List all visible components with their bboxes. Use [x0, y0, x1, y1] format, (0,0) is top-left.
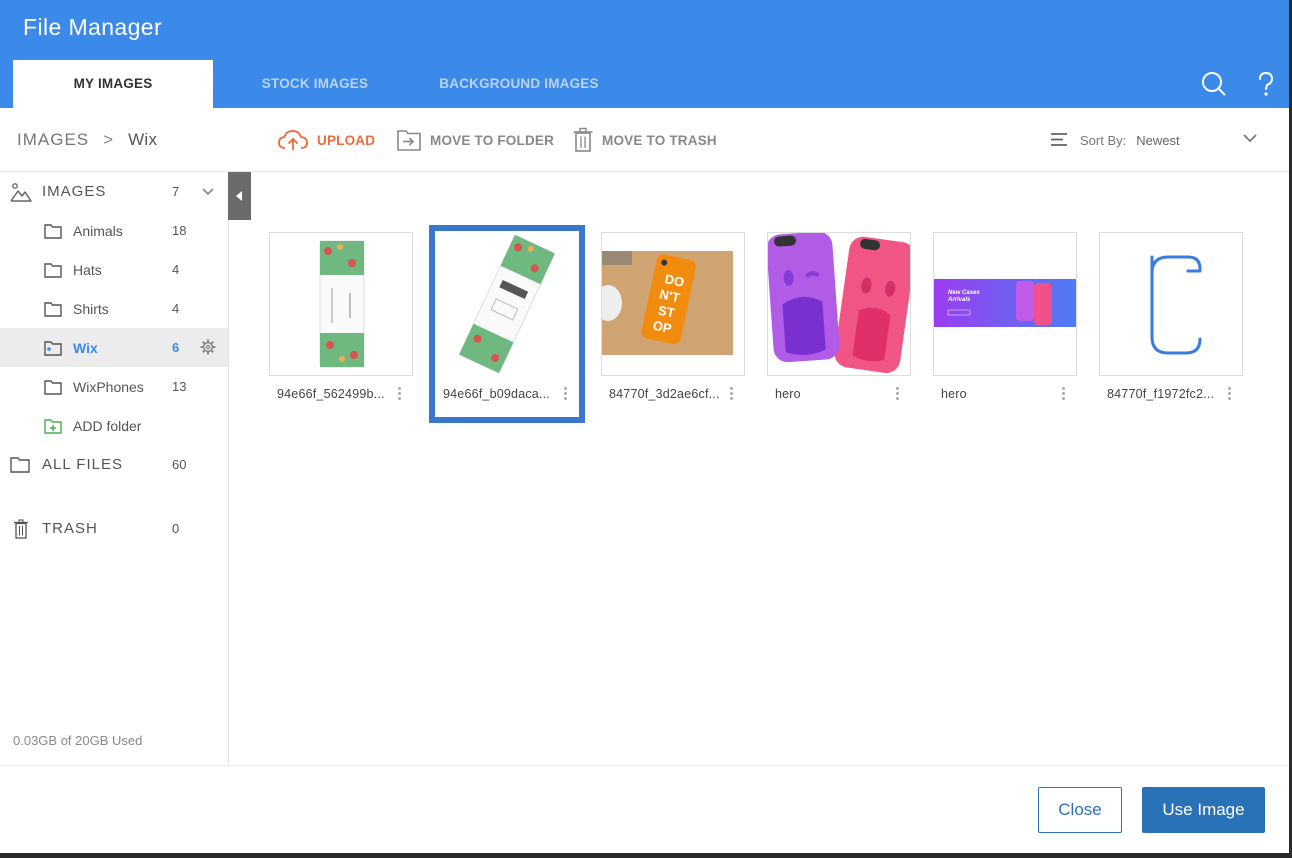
sidebar-item-label: Animals	[73, 222, 123, 239]
folder-icon	[44, 223, 62, 239]
sidebar-item-shirts[interactable]: Shirts 4	[0, 289, 228, 328]
file-tile[interactable]: hero	[767, 232, 911, 408]
trash-icon	[573, 127, 593, 152]
file-tile[interactable]: 94e66f_562499b...	[269, 232, 413, 408]
sidebar-item-wixphones[interactable]: WixPhones 13	[0, 367, 228, 406]
folder-open-icon	[44, 340, 62, 356]
sidebar-item-hats[interactable]: Hats 4	[0, 250, 228, 289]
add-folder-icon	[44, 418, 62, 434]
file-thumbnail	[435, 232, 579, 376]
more-options-icon[interactable]	[894, 386, 900, 402]
sidebar-item-count: 18	[172, 223, 187, 238]
cloud-upload-icon	[278, 130, 308, 150]
sidebar-item-label: Hats	[73, 261, 102, 278]
more-options-icon[interactable]	[396, 386, 402, 402]
sort-dropdown[interactable]: Sort By: Newest	[1050, 128, 1262, 152]
sidebar-item-label: Wix	[73, 339, 98, 356]
sidebar-item-trash[interactable]: TRASH 0	[0, 509, 228, 548]
chevron-down-icon[interactable]	[202, 187, 214, 196]
dialog-title: File Manager	[23, 14, 163, 40]
close-button[interactable]: Close	[1038, 787, 1122, 833]
file-name: hero	[941, 387, 967, 401]
footer-divider	[0, 765, 1289, 766]
sidebar-item-count: 4	[172, 262, 180, 277]
sidebar-item-count: 7	[172, 184, 180, 199]
tab-stock-images[interactable]: STOCK IMAGES	[240, 60, 390, 108]
svg-text:Arrivals: Arrivals	[947, 297, 971, 303]
file-thumbnail	[269, 232, 413, 376]
more-options-icon[interactable]	[1226, 386, 1232, 402]
file-name: 84770f_f1972fc2...	[1107, 387, 1215, 401]
move-to-folder-button[interactable]: MOVE TO FOLDER	[396, 126, 554, 154]
breadcrumb-separator: >	[103, 130, 115, 149]
file-tile[interactable]: 84770f_f1972fc2...	[1099, 232, 1243, 408]
file-name: 84770f_3d2ae6cf...	[609, 387, 720, 401]
file-tile[interactable]: New Cases Arrivals hero	[933, 232, 1077, 408]
help-icon[interactable]	[1252, 70, 1280, 98]
folder-icon	[44, 379, 62, 395]
header-bar: File Manager MY IMAGES STOCK IMAGES BACK…	[0, 0, 1289, 108]
collapse-sidebar-button[interactable]	[228, 172, 251, 220]
add-folder-label: ADD folder	[73, 417, 142, 434]
use-image-button[interactable]: Use Image	[1142, 787, 1265, 833]
file-thumbnail	[1099, 232, 1243, 376]
sidebar-item-animals[interactable]: Animals 18	[0, 211, 228, 250]
breadcrumb-root[interactable]: IMAGES	[17, 130, 89, 149]
sidebar-item-wix[interactable]: Wix 6	[0, 328, 228, 367]
upload-button[interactable]: UPLOAD	[277, 126, 375, 154]
upload-label: UPLOAD	[317, 132, 376, 148]
sort-value: Newest	[1136, 132, 1180, 148]
trash-icon	[14, 518, 28, 539]
file-name: hero	[775, 387, 801, 401]
sidebar-item-count: 60	[172, 457, 187, 472]
sort-label: Sort By:	[1080, 132, 1127, 148]
file-thumbnail: New Cases Arrivals	[933, 232, 1077, 376]
sidebar-item-count: 0	[172, 521, 180, 536]
move-to-folder-label: MOVE TO FOLDER	[430, 132, 555, 148]
file-tile-selected[interactable]: 94e66f_b09daca...	[435, 232, 579, 408]
breadcrumb-current: Wix	[128, 130, 158, 149]
sidebar-item-label: TRASH	[42, 520, 98, 537]
gear-icon[interactable]	[200, 339, 216, 355]
more-options-icon[interactable]	[1060, 386, 1066, 402]
search-icon[interactable]	[1200, 70, 1228, 98]
tab-my-images[interactable]: MY IMAGES	[13, 60, 213, 108]
folder-icon	[44, 262, 62, 278]
chevron-down-icon	[1243, 134, 1257, 143]
file-thumbnail: DO N'T ST OP	[601, 232, 745, 376]
sidebar-item-label: IMAGES	[42, 183, 107, 200]
caret-left-icon	[236, 191, 242, 201]
sidebar-item-count: 6	[172, 340, 180, 355]
sidebar-item-all-files[interactable]: ALL FILES 60	[0, 445, 228, 484]
add-folder-button[interactable]: ADD folder	[0, 406, 228, 445]
sidebar: IMAGES 7 Animals 18 Hats 4 Shirts 4 Wix …	[0, 172, 229, 765]
file-manager-dialog: File Manager MY IMAGES STOCK IMAGES BACK…	[0, 0, 1289, 853]
sidebar-item-label: WixPhones	[73, 378, 144, 395]
file-name: 94e66f_b09daca...	[443, 387, 550, 401]
folder-icon	[44, 301, 62, 317]
sort-lines-icon	[1051, 133, 1067, 146]
breadcrumb: IMAGES > Wix	[17, 130, 157, 150]
move-to-trash-button[interactable]: MOVE TO TRASH	[572, 126, 717, 154]
file-tile[interactable]: DO N'T ST OP 84770f_3d2ae6cf...	[601, 232, 745, 408]
sidebar-item-count: 13	[172, 379, 187, 394]
tab-background-images[interactable]: BACKGROUND IMAGES	[420, 60, 618, 108]
move-to-trash-label: MOVE TO TRASH	[602, 132, 717, 148]
more-options-icon[interactable]	[562, 386, 568, 402]
sidebar-item-label: Shirts	[73, 300, 109, 317]
mountain-image-icon	[10, 182, 32, 202]
sidebar-item-label: ALL FILES	[42, 456, 123, 473]
storage-usage: 0.03GB of 20GB Used	[13, 733, 143, 748]
folder-icon	[10, 457, 30, 473]
move-to-folder-icon	[397, 130, 421, 151]
svg-text:New Cases: New Cases	[948, 290, 980, 296]
more-options-icon[interactable]	[728, 386, 734, 402]
sidebar-item-count: 4	[172, 301, 180, 316]
file-name: 94e66f_562499b...	[277, 387, 385, 401]
file-thumbnail	[767, 232, 911, 376]
sidebar-item-images[interactable]: IMAGES 7	[0, 172, 228, 211]
